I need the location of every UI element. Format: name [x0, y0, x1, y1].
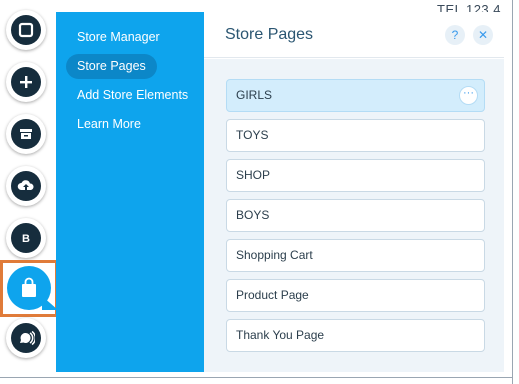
- chat-icon: [20, 330, 35, 346]
- page-item-toys[interactable]: TOYS: [226, 119, 485, 152]
- screenshot-edge: [0, 377, 513, 378]
- add-button[interactable]: [6, 62, 46, 102]
- blog-button[interactable]: B: [6, 218, 46, 258]
- help-icon: ?: [451, 28, 459, 42]
- blog-icon: B: [22, 233, 30, 245]
- menu-item-learn-more[interactable]: Learn More: [66, 112, 152, 137]
- help-button[interactable]: ?: [445, 25, 465, 45]
- screenshot-edge: [512, 0, 513, 384]
- svg-text:B: B: [22, 233, 30, 245]
- store-side-menu: Store Manager Store Pages Add Store Elem…: [56, 12, 204, 372]
- editor-left-rail: B: [0, 0, 58, 384]
- page-item-thank-you-page[interactable]: Thank You Page: [226, 319, 485, 352]
- page-item-label: Product Page: [236, 288, 309, 302]
- add-icon: [20, 76, 32, 88]
- page-item-label: SHOP: [236, 168, 271, 182]
- close-button[interactable]: ✕: [473, 25, 493, 45]
- upload-icon: [17, 180, 34, 191]
- page-item-label: BOYS: [236, 208, 270, 222]
- page-item-label: TOYS: [236, 128, 269, 142]
- menu-item-store-manager[interactable]: Store Manager: [66, 25, 171, 50]
- page-item-product-page[interactable]: Product Page: [226, 279, 485, 312]
- more-actions-button[interactable]: ···: [459, 86, 478, 105]
- page-item-boys[interactable]: BOYS: [226, 199, 485, 232]
- page-list: GIRLS ··· TOYS SHOP BOYS Shopping Cart P…: [204, 59, 504, 372]
- page-item-label: GIRLS: [236, 88, 273, 102]
- more-icon: ···: [463, 87, 474, 99]
- close-icon: ✕: [477, 28, 489, 42]
- menu-item-store-pages[interactable]: Store Pages: [66, 54, 157, 79]
- pages-icon: [18, 22, 34, 38]
- menu-item-add-store-elements[interactable]: Add Store Elements: [66, 83, 199, 108]
- my-store-button[interactable]: [0, 260, 58, 317]
- store-button[interactable]: [6, 114, 46, 154]
- page-item-shopping-cart[interactable]: Shopping Cart: [226, 239, 485, 272]
- page-item-girls[interactable]: GIRLS ···: [226, 79, 485, 112]
- panel-title: Store Pages: [225, 26, 314, 43]
- page-item-label: Shopping Cart: [236, 248, 313, 262]
- upload-button[interactable]: [6, 166, 46, 206]
- store-pages-panel: Store Pages ? ✕ GIRLS ··· TOYS SHOP BOYS…: [204, 12, 504, 372]
- pages-button[interactable]: [6, 10, 46, 50]
- page-item-label: Thank You Page: [236, 328, 325, 342]
- store-icon: [20, 129, 32, 139]
- shopping-bag-icon: [22, 277, 36, 297]
- page-item-shop[interactable]: SHOP: [226, 159, 485, 192]
- panel-header: Store Pages ? ✕: [204, 12, 504, 58]
- chat-button[interactable]: [6, 318, 46, 358]
